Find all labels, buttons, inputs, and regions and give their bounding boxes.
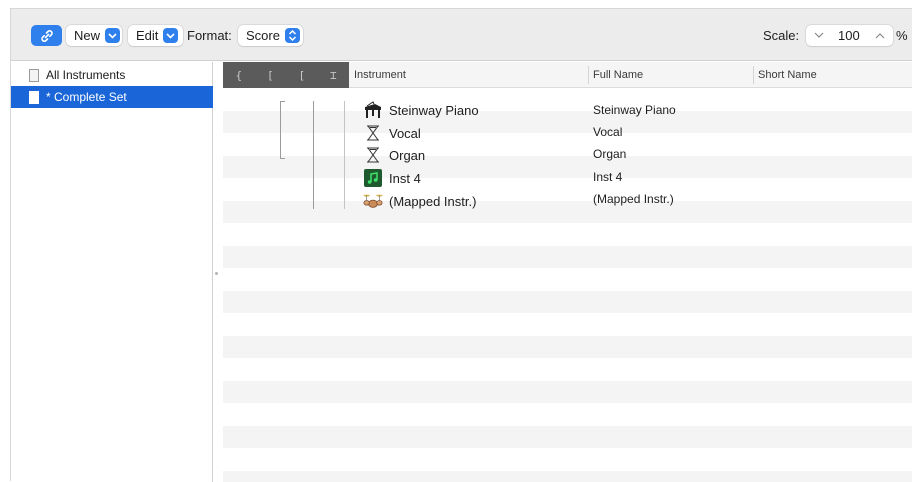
sidebar-item-label: All Instruments <box>46 68 125 82</box>
brace-icon[interactable]: { <box>223 69 255 82</box>
edit-button-label: Edit <box>136 28 158 43</box>
column-divider[interactable] <box>753 66 754 84</box>
split-view-handle[interactable] <box>215 272 218 275</box>
full-name-cell[interactable]: Vocal <box>593 125 622 139</box>
instrument-name: Steinway Piano <box>389 103 479 118</box>
table-row[interactable] <box>223 133 912 156</box>
table-row <box>223 471 912 482</box>
scale-unit: % <box>896 28 908 43</box>
link-icon <box>39 29 55 43</box>
table-row[interactable] <box>223 201 912 224</box>
new-button[interactable]: New <box>66 25 122 46</box>
bracket-line <box>280 101 281 159</box>
bracket-icon[interactable]: [ <box>255 69 287 82</box>
scale-value[interactable]: 100 <box>838 28 860 43</box>
table-row <box>223 246 912 269</box>
format-popup[interactable]: Score <box>238 25 303 46</box>
hourglass-icon <box>363 124 383 142</box>
column-header-short-name[interactable]: Short Name <box>758 69 817 81</box>
sidebar-item-all-instruments[interactable]: All Instruments <box>11 64 213 86</box>
edit-button[interactable]: Edit <box>128 25 183 46</box>
instrument-set-sidebar: All Instruments * Complete Set <box>11 62 213 482</box>
score-set-window: New Edit Format: Score Scale: <box>10 8 912 481</box>
instrument-set-icon <box>29 69 39 82</box>
instrument-table: { [ [ ⌶ Instrument Full Name Short Name <box>223 62 912 482</box>
bracket-line <box>280 158 285 159</box>
instrument-cell[interactable]: Vocal <box>363 122 421 144</box>
piano-icon <box>363 101 383 119</box>
instrument-cell[interactable]: Inst 4 <box>363 167 421 189</box>
instrument-name: (Mapped Instr.) <box>389 194 476 209</box>
sidebar-item-label: * Complete Set <box>46 90 127 104</box>
bracket-line <box>313 101 314 209</box>
scale-stepper[interactable]: 100 <box>806 25 893 46</box>
table-row <box>223 426 912 449</box>
table-row[interactable] <box>223 156 912 179</box>
table-row[interactable] <box>223 111 912 134</box>
bracket-line <box>280 101 285 102</box>
barline <box>344 101 345 209</box>
new-button-label: New <box>74 28 100 43</box>
link-button[interactable] <box>31 25 62 46</box>
instrument-cell[interactable]: (Mapped Instr.) <box>363 190 476 212</box>
column-header-full-name[interactable]: Full Name <box>593 69 643 81</box>
instrument-cell[interactable]: Organ <box>363 144 425 166</box>
music-note-icon <box>363 169 383 187</box>
drum-kit-icon <box>363 192 383 210</box>
sub-bracket-icon[interactable]: [ <box>286 69 318 82</box>
column-divider[interactable] <box>588 66 589 84</box>
table-row <box>223 336 912 359</box>
full-name-cell[interactable]: Inst 4 <box>593 170 622 184</box>
toolbar: New Edit Format: Score Scale: <box>11 9 912 61</box>
chevron-down-icon[interactable] <box>814 32 824 39</box>
instrument-name: Inst 4 <box>389 171 421 186</box>
column-header-instrument[interactable]: Instrument <box>354 69 406 81</box>
instrument-cell[interactable]: Steinway Piano <box>363 99 479 121</box>
chevron-down-icon <box>163 28 178 43</box>
updown-chevron-icon <box>285 28 300 43</box>
instrument-name: Organ <box>389 148 425 163</box>
chevron-up-icon[interactable] <box>875 32 885 39</box>
table-row <box>223 291 912 314</box>
format-value: Score <box>246 28 280 43</box>
hourglass-icon <box>363 146 383 164</box>
table-row <box>223 381 912 404</box>
chevron-down-icon <box>105 28 120 43</box>
full-name-cell[interactable]: Steinway Piano <box>593 103 676 117</box>
instrument-set-icon <box>29 91 39 104</box>
sidebar-item-complete-set[interactable]: * Complete Set <box>11 86 213 108</box>
table-header: { [ [ ⌶ Instrument Full Name Short Name <box>223 62 912 88</box>
full-name-cell[interactable]: (Mapped Instr.) <box>593 192 674 206</box>
instrument-name: Vocal <box>389 126 421 141</box>
barline-icon[interactable]: ⌶ <box>318 69 350 82</box>
brace-bracket-header: { [ [ ⌶ <box>223 62 349 88</box>
scale-label: Scale: <box>763 28 799 43</box>
format-label: Format: <box>187 28 232 43</box>
full-name-cell[interactable]: Organ <box>593 147 626 161</box>
